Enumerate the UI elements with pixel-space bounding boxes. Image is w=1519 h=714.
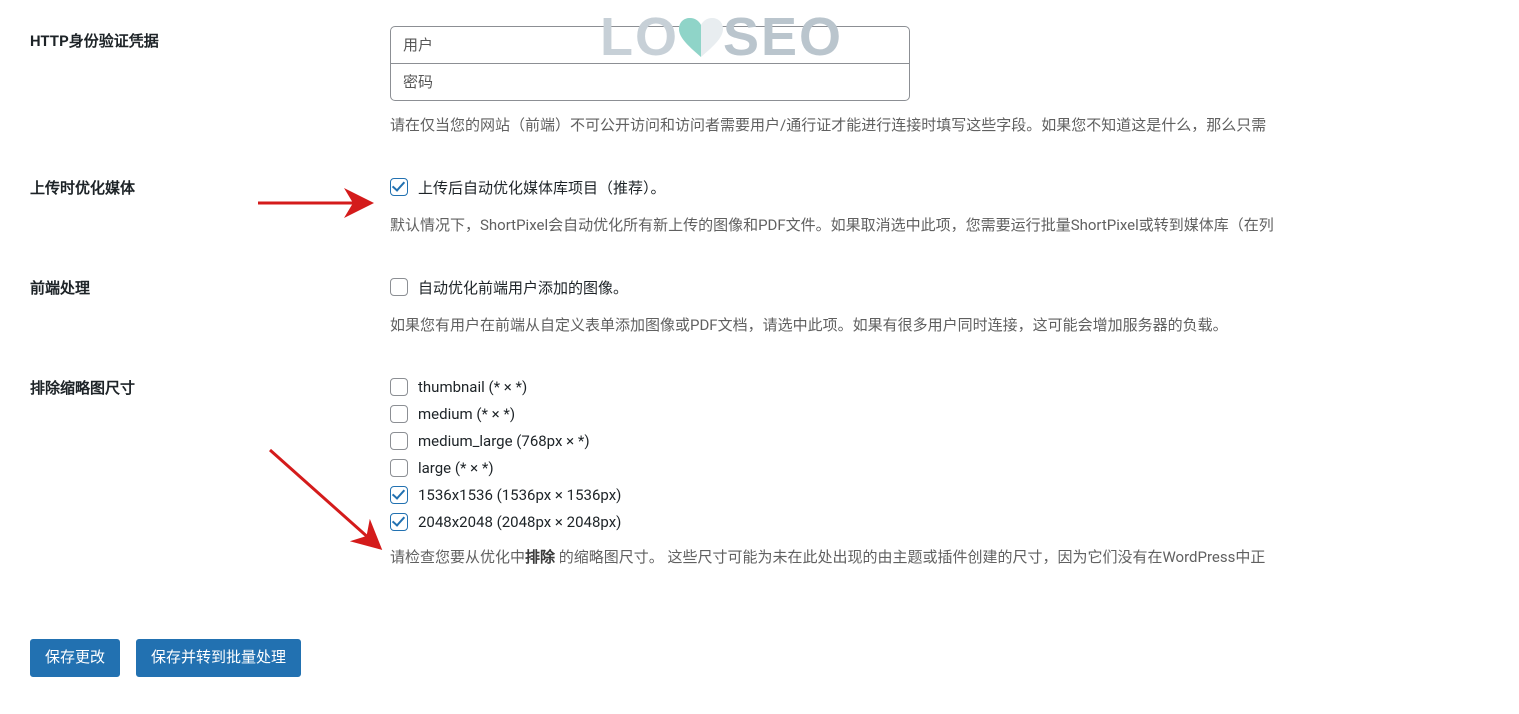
optimize-upload-checkbox-label[interactable]: 上传后自动优化媒体库项目（推荐）。 [418,177,666,198]
exclude-thumb-label[interactable]: medium_large (768px × *) [418,432,590,450]
http-auth-user-input[interactable] [390,26,910,64]
exclude-thumb-checkbox[interactable] [390,459,408,477]
optimize-upload-label: 上传时优化媒体 [30,167,390,267]
exclude-thumbs-description: 请检查您要从优化中排除 的缩略图尺寸。 这些尺寸可能为未在此处出现的由主题或插件… [390,545,1489,569]
frontend-checkbox-label[interactable]: 自动优化前端用户添加的图像。 [418,277,628,298]
exclude-thumb-label[interactable]: thumbnail (* × *) [418,378,527,396]
exclude-thumb-checkbox[interactable] [390,378,408,396]
optimize-upload-description: 默认情况下，ShortPixel会自动优化所有新上传的图像和PDF文件。如果取消… [390,213,1489,237]
exclude-thumb-label[interactable]: large (* × *) [418,459,494,477]
frontend-checkbox[interactable] [390,278,408,296]
exclude-thumb-checkbox[interactable] [390,405,408,423]
frontend-label: 前端处理 [30,267,390,367]
http-auth-description: 请在仅当您的网站（前端）不可公开访问和访问者需要用户/通行证才能进行连接时填写这… [390,113,1489,137]
http-auth-label: HTTP身份验证凭据 [30,20,390,167]
save-bulk-button[interactable]: 保存并转到批量处理 [136,639,301,677]
save-button[interactable]: 保存更改 [30,639,120,677]
frontend-description: 如果您有用户在前端从自定义表单添加图像或PDF文档，请选中此项。如果有很多用户同… [390,313,1489,337]
exclude-thumb-label[interactable]: 1536x1536 (1536px × 1536px) [418,486,621,504]
exclude-thumb-label[interactable]: 2048x2048 (2048px × 2048px) [418,513,621,531]
exclude-thumbs-label: 排除缩略图尺寸 [30,367,390,599]
exclude-thumb-checkbox[interactable] [390,432,408,450]
exclude-thumb-checkbox[interactable] [390,486,408,504]
exclude-thumb-label[interactable]: medium (* × *) [418,405,515,423]
optimize-upload-checkbox[interactable] [390,178,408,196]
exclude-thumb-checkbox[interactable] [390,513,408,531]
http-auth-pass-input[interactable] [390,63,910,101]
